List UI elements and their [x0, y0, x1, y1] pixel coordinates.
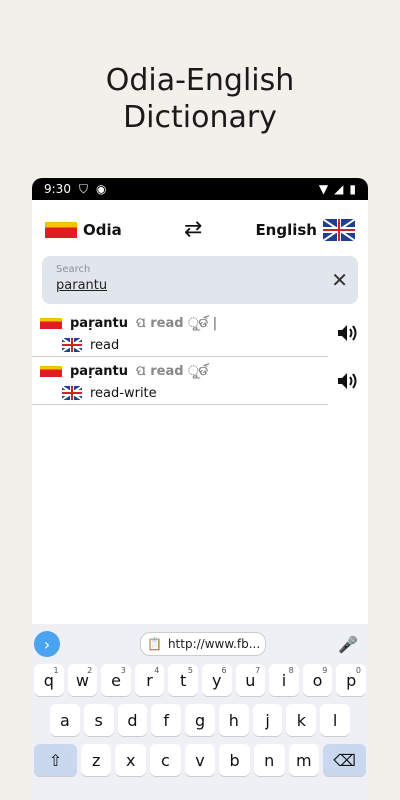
chevron-right-icon[interactable]: › [34, 631, 60, 657]
key-p[interactable]: p0 [336, 664, 366, 696]
key-number-hint: 7 [255, 666, 261, 675]
backspace-icon[interactable]: ⌫ [323, 744, 366, 776]
key-c[interactable]: c [150, 744, 181, 776]
shift-icon[interactable]: ⇧ [34, 744, 77, 776]
key-k[interactable]: k [286, 704, 317, 736]
signal-icon: ◢ [334, 182, 344, 196]
battery-icon: ▮ [349, 182, 356, 196]
result-item[interactable]: paṛantu ପ read ୁର୍ଡ | read [32, 312, 328, 357]
key-f[interactable]: f [151, 704, 182, 736]
keyboard-row-3: ⇧ z x c v b n m ⌫ [32, 744, 368, 776]
speaker-icon[interactable] [336, 370, 360, 392]
speaker-icon[interactable] [336, 322, 360, 344]
key-number-hint: 0 [355, 666, 361, 675]
odia-flag-icon [40, 365, 62, 377]
promo-title-line2: Dictionary [123, 100, 277, 135]
key-q[interactable]: q1 [34, 664, 64, 696]
key-number-hint: 5 [187, 666, 193, 675]
uk-flag-icon [62, 386, 82, 400]
key-x[interactable]: x [115, 744, 147, 776]
result-word: paṛantu [70, 363, 128, 379]
key-d[interactable]: d [117, 704, 148, 736]
key-number-hint: 2 [87, 666, 93, 675]
result-transliteration: ପ read ୁର୍ଡ | [136, 315, 218, 331]
key-number-hint: 8 [288, 666, 294, 675]
uk-flag-icon [323, 219, 355, 241]
result-translation: read-write [90, 385, 157, 401]
key-n[interactable]: n [253, 744, 285, 776]
key-o[interactable]: o9 [302, 664, 333, 696]
odia-flag-icon [40, 317, 62, 329]
clipboard-suggestion[interactable]: 📋 http://www.fb... [140, 632, 266, 656]
target-language-label: English [255, 221, 317, 239]
search-box[interactable]: Search parantu ✕ [42, 256, 358, 304]
key-l[interactable]: l [320, 704, 351, 736]
key-number-hint: 9 [322, 666, 328, 675]
target-language[interactable]: English [255, 219, 355, 241]
source-language-label: Odia [83, 221, 122, 239]
key-b[interactable]: b [219, 744, 250, 776]
key-t[interactable]: t5 [168, 664, 198, 696]
phone-screen: 9:30 ⛉ ◉ ▼ ◢ ▮ Odia ⇄ English Search par… [32, 178, 368, 800]
key-number-hint: 3 [120, 666, 126, 675]
key-number-hint: 6 [221, 666, 227, 675]
status-bar: 9:30 ⛉ ◉ ▼ ◢ ▮ [32, 178, 368, 200]
search-placeholder: Search [56, 264, 91, 275]
key-i[interactable]: i8 [269, 664, 299, 696]
status-time: 9:30 [44, 182, 71, 196]
keyboard-row-1: q1w2e3r4t5y6u7i8o9p0 [32, 664, 368, 696]
key-number-hint: 1 [53, 666, 59, 675]
result-translation: read [90, 337, 120, 353]
key-h[interactable]: h [218, 704, 249, 736]
clipboard-icon: 📋 [147, 637, 162, 651]
clear-icon[interactable]: ✕ [331, 268, 348, 292]
source-language[interactable]: Odia [45, 221, 122, 239]
app-indicator-icon: ◉ [95, 182, 107, 196]
key-a[interactable]: a [50, 704, 80, 736]
key-e[interactable]: e3 [101, 664, 131, 696]
key-u[interactable]: u7 [235, 664, 266, 696]
key-number-hint: 4 [154, 666, 160, 675]
result-word: paṛantu [70, 315, 128, 331]
key-y[interactable]: y6 [201, 664, 232, 696]
uk-flag-icon [62, 338, 82, 352]
wifi-icon: ▼ [318, 182, 329, 196]
key-r[interactable]: r4 [134, 664, 165, 696]
promo-title-line1: Odia-English [105, 63, 295, 98]
language-bar: Odia ⇄ English [32, 214, 368, 246]
keyboard: › 📋 http://www.fb... 🎤 q1w2e3r4t5y6u7i8o… [32, 624, 368, 800]
promo-title: Odia-English Dictionary [0, 62, 400, 136]
key-s[interactable]: s [83, 704, 114, 736]
shield-icon: ⛉ [78, 181, 88, 196]
key-z[interactable]: z [80, 744, 112, 776]
key-w[interactable]: w2 [67, 664, 98, 696]
result-transliteration: ପ read ୁର୍ଡ [136, 363, 208, 379]
swap-languages-icon[interactable]: ⇄ [184, 217, 202, 242]
key-j[interactable]: j [252, 704, 283, 736]
odia-flag-icon [45, 222, 77, 238]
clipboard-text: http://www.fb... [167, 637, 261, 651]
key-v[interactable]: v [184, 744, 216, 776]
search-input[interactable]: parantu [56, 278, 107, 293]
keyboard-row-2: asdfghjkl [32, 704, 368, 736]
result-item[interactable]: paṛantu ପ read ୁର୍ଡ read-write [32, 360, 328, 405]
microphone-icon[interactable]: 🎤 [338, 635, 358, 654]
key-g[interactable]: g [185, 704, 215, 736]
key-m[interactable]: m [288, 744, 320, 776]
